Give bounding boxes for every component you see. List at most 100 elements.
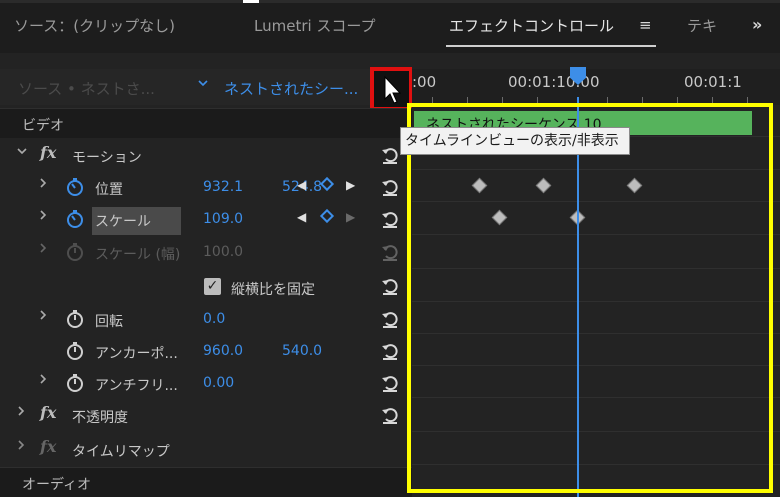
audio-section-header: オーディオ [0, 467, 412, 497]
timecode-label: :00 [412, 73, 437, 91]
next-keyframe-icon[interactable]: ▶ [346, 178, 355, 192]
reset-icon[interactable] [380, 177, 400, 197]
audio-section-label: オーディオ [22, 477, 92, 493]
panel-menu-icon[interactable]: ≡ [639, 16, 652, 34]
property-row-scale: スケール 109.0 ◀ ▶ [0, 203, 412, 236]
ruler-tick [677, 97, 678, 103]
ruler-tick [537, 97, 538, 103]
ruler-tick [432, 97, 433, 103]
effect-label-opacity: 不透明度 [72, 410, 128, 426]
ruler-tick [712, 97, 713, 103]
expand-icon[interactable] [38, 209, 48, 225]
timeline-row-divider [412, 301, 780, 302]
playhead-line[interactable] [577, 97, 579, 497]
stopwatch-active-icon[interactable] [66, 178, 84, 196]
expand-icon[interactable] [38, 177, 48, 193]
effect-row-time-remapping: fx タイムリマップ [0, 433, 412, 466]
source-clip-label[interactable]: ソース • ネストさ... [18, 78, 155, 99]
tab-text[interactable]: テキ [687, 15, 717, 36]
stopwatch-active-icon[interactable] [66, 210, 84, 228]
uniform-scale-checkbox[interactable]: ✓ [204, 278, 221, 295]
effect-label-time-remapping: タイムリマップ [72, 444, 170, 460]
stopwatch-icon[interactable] [66, 342, 84, 360]
property-row-anchor-point: アンカーポ... 960.0 540.0 [0, 335, 412, 368]
timeline-row-divider [412, 365, 780, 366]
prev-keyframe-icon[interactable]: ◀ [297, 210, 306, 224]
anti-flicker-value[interactable]: 0.00 [203, 375, 234, 391]
effect-timeline-panel[interactable]: :00 00:01:10:00 00:01:1 ネストされたシーケンス 10 [407, 53, 780, 497]
effect-label-motion: モーション [72, 150, 142, 166]
fx-icon[interactable]: fx [40, 403, 56, 422]
expand-icon[interactable] [16, 405, 26, 421]
anchor-y-value[interactable]: 540.0 [282, 343, 322, 359]
effect-row-motion: fx モーション [0, 139, 412, 172]
chevron-down-icon[interactable] [197, 77, 209, 93]
keyframe-marker[interactable] [491, 209, 508, 226]
ruler-tick [502, 97, 503, 103]
rotation-value[interactable]: 0.0 [203, 311, 225, 327]
expand-icon[interactable] [38, 309, 48, 325]
expand-icon[interactable] [38, 242, 48, 258]
add-keyframe-icon[interactable] [319, 208, 335, 224]
tab-source[interactable]: ソース：(クリップなし) [14, 15, 175, 36]
prev-keyframe-icon[interactable]: ◀ [297, 178, 306, 192]
keyframe-marker[interactable] [535, 177, 552, 194]
scale-width-value: 100.0 [203, 244, 244, 260]
stopwatch-icon[interactable] [66, 374, 84, 392]
ruler-tick [467, 97, 468, 103]
cursor-arrow-icon [384, 75, 402, 104]
toggle-timeline-view-button[interactable] [370, 67, 413, 111]
reset-icon[interactable] [380, 405, 400, 425]
property-label-anchor-point: アンカーポ... [95, 346, 178, 362]
reset-icon [382, 245, 398, 261]
time-ruler[interactable]: :00 00:01:10:00 00:01:1 [412, 69, 780, 105]
property-row-uniform-scale: ✓ 縦横比を固定 [0, 270, 412, 303]
uniform-scale-label: 縦横比を固定 [231, 282, 315, 298]
ruler-tick [642, 97, 643, 103]
keyframe-marker[interactable] [626, 177, 643, 194]
timecode-label: 00:01:1 [684, 73, 742, 91]
effect-row-opacity: fx 不透明度 [0, 399, 412, 432]
expand-icon[interactable] [16, 439, 26, 455]
reset-icon[interactable] [380, 341, 400, 361]
scale-value[interactable]: 109.0 [203, 211, 243, 227]
tab-effect-controls[interactable]: エフェクトコントロール [449, 15, 614, 36]
timeline-row-divider [412, 169, 780, 170]
video-section-header: ビデオ [0, 108, 412, 138]
expand-icon[interactable] [38, 373, 48, 389]
timeline-row-divider [412, 431, 780, 432]
timeline-row-divider [412, 234, 780, 235]
clip-header: ソース • ネストさ... ネストされたシー... [0, 69, 412, 105]
property-label-rotation: 回転 [95, 314, 123, 330]
tab-overflow-icon[interactable]: » [752, 15, 762, 34]
video-section-label: ビデオ [22, 118, 64, 134]
tab-lumetri-scope[interactable]: Lumetri スコープ [254, 15, 376, 36]
tab-bar-accent [243, 0, 259, 3]
timeline-row-divider [412, 464, 780, 465]
panel-tab-bar: ソース：(クリップなし) Lumetri スコープ エフェクトコントロール ≡ … [0, 0, 780, 53]
reset-icon[interactable] [380, 209, 400, 229]
reset-icon[interactable] [380, 373, 400, 393]
next-keyframe-icon[interactable]: ▶ [346, 210, 355, 224]
ruler-tick [607, 97, 608, 103]
annotation-highlight-box [407, 103, 773, 493]
timeline-row-divider [412, 397, 780, 398]
property-label-scale-width: スケール (幅) [95, 247, 181, 263]
anchor-x-value[interactable]: 960.0 [203, 343, 243, 359]
effect-controls-panel: ソース • ネストさ... ネストされたシー... ビデオ fx モーション 位… [0, 53, 413, 497]
stopwatch-icon [67, 243, 83, 261]
ruler-tick [747, 97, 748, 103]
fx-icon[interactable]: fx [40, 437, 56, 456]
property-row-position: 位置 932.1 524.8 ◀ ▶ [0, 171, 412, 204]
position-x-value[interactable]: 932.1 [203, 179, 243, 195]
sequence-clip-label[interactable]: ネストされたシー... [224, 78, 358, 99]
reset-icon[interactable] [380, 276, 400, 296]
keyframe-marker[interactable] [471, 177, 488, 194]
reset-icon[interactable] [380, 145, 400, 165]
stopwatch-icon[interactable] [66, 310, 84, 328]
property-label-scale: スケール [92, 207, 181, 235]
reset-icon[interactable] [380, 309, 400, 329]
tooltip: タイムラインビューの表示/非表示 [400, 127, 630, 155]
fx-icon[interactable]: fx [40, 143, 56, 162]
expand-open-icon[interactable] [16, 145, 28, 161]
